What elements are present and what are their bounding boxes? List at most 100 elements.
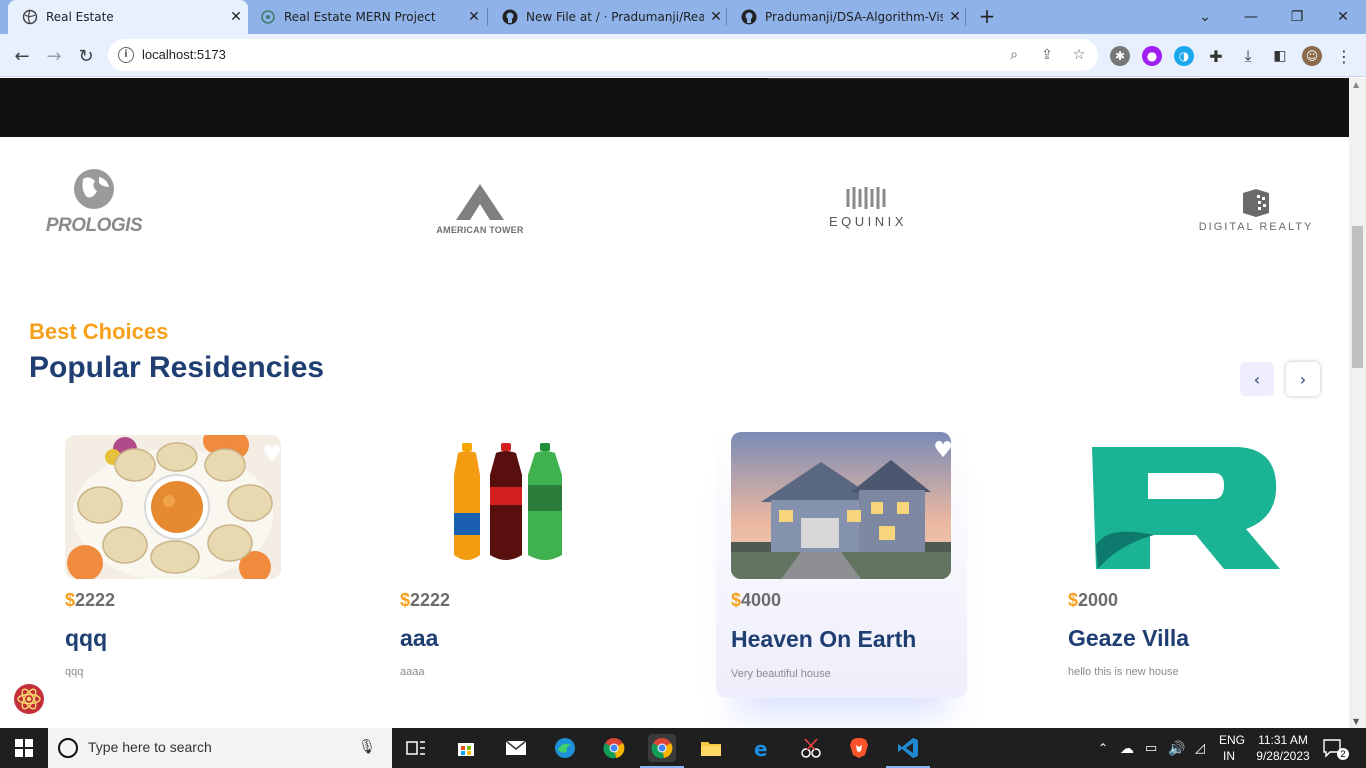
scroll-up-icon[interactable]: ▲: [1353, 80, 1359, 89]
system-clock[interactable]: 11:31 AM 9/28/2023: [1252, 728, 1314, 768]
tab-title: Real Estate MERN Project: [284, 10, 436, 24]
close-tab-icon[interactable]: ✕: [224, 9, 248, 25]
tab-title: Pradumanji/DSA-Algorithm-Visu: [765, 10, 943, 24]
file-explorer-icon[interactable]: [697, 734, 725, 762]
heart-icon[interactable]: ♥: [262, 442, 282, 467]
hero-section-bottom: [0, 78, 1349, 137]
page-scrollbar[interactable]: ▲ ▼: [1349, 78, 1366, 728]
close-window-button[interactable]: ✕: [1320, 0, 1366, 34]
card-name: aaa: [400, 625, 439, 651]
tab-title: Real Estate: [46, 10, 114, 24]
cloud-status-icon[interactable]: ☁: [1120, 728, 1134, 768]
url-text[interactable]: localhost:5173: [142, 47, 226, 62]
close-tab-icon[interactable]: ✕: [462, 9, 486, 25]
task-view-icon[interactable]: [402, 734, 430, 762]
download-icon[interactable]: ⤓: [1238, 46, 1258, 66]
svg-text:e: e: [754, 737, 768, 759]
volume-icon[interactable]: 🔊: [1168, 728, 1185, 768]
equinix-text: EQUINIX: [829, 214, 907, 229]
blue-extension-icon[interactable]: ◑: [1174, 46, 1194, 66]
residency-card[interactable]: $2222 aaa aaaa: [386, 430, 636, 700]
internet-explorer-icon[interactable]: e: [748, 734, 776, 762]
notification-center-icon[interactable]: 2: [1322, 728, 1352, 768]
heart-icon[interactable]: ♥: [933, 438, 953, 463]
brave-icon[interactable]: [845, 734, 873, 762]
american-tower-text: AMERICAN TOWER: [436, 225, 524, 235]
battery-icon[interactable]: ▭: [1145, 728, 1157, 768]
prologis-logo: PROLOGIS: [34, 167, 154, 237]
scrollbar-thumb[interactable]: [1352, 226, 1363, 368]
color-extension-icon[interactable]: ●: [1142, 46, 1162, 66]
back-arrow-icon[interactable]: ←: [8, 42, 36, 70]
zoom-icon[interactable]: ⌕: [1006, 47, 1022, 63]
tab-new-file-github[interactable]: New File at / · Pradumanji/Real-E ✕: [488, 0, 728, 34]
show-hidden-icons[interactable]: ⌃: [1098, 728, 1108, 768]
card-detail: qqq: [65, 666, 84, 678]
vscode-icon[interactable]: [894, 734, 922, 762]
network-icon[interactable]: ◿: [1195, 728, 1205, 768]
address-bar[interactable]: i localhost:5173 ⌕ ⇪ ☆: [108, 39, 1098, 71]
close-tab-icon[interactable]: ✕: [704, 9, 728, 25]
residency-card[interactable]: $2000 Geaze Villa hello this is new hous…: [1054, 430, 1304, 700]
tab-search-chevron-icon[interactable]: ⌄: [1182, 0, 1228, 34]
side-panel-icon[interactable]: ◧: [1270, 46, 1290, 66]
equinix-logo: EQUINIX: [812, 185, 924, 229]
residency-card[interactable]: ♥ $2222 qqq qqq: [51, 430, 301, 700]
close-tab-icon[interactable]: ✕: [943, 9, 967, 25]
notification-count-badge: 2: [1337, 748, 1349, 760]
snipping-tool-icon[interactable]: [797, 734, 825, 762]
globe-icon: [22, 9, 38, 25]
card-name: Geaze Villa: [1068, 625, 1190, 651]
site-info-icon[interactable]: i: [118, 47, 134, 63]
tab-dsa-visualizer-github[interactable]: Pradumanji/DSA-Algorithm-Visu ✕: [727, 0, 967, 34]
slider-prev-button[interactable]: ‹: [1240, 362, 1274, 396]
taskbar-search-placeholder: Type here to search: [88, 739, 212, 755]
chrome-active-icon[interactable]: [648, 734, 676, 762]
tab-real-estate-mern[interactable]: Real Estate MERN Project ✕: [246, 0, 486, 34]
soft-drinks-image: [400, 435, 616, 579]
microphone-icon[interactable]: 🎙: [358, 739, 376, 755]
clock-time: 11:31 AM: [1258, 733, 1308, 747]
microsoft-store-icon[interactable]: [452, 734, 480, 762]
tab-separator: [965, 8, 966, 26]
reload-icon[interactable]: ↻: [72, 42, 100, 70]
house-image: [731, 432, 951, 579]
minimize-button[interactable]: —: [1228, 0, 1274, 34]
card-detail: aaaa: [400, 666, 425, 678]
mail-icon[interactable]: [502, 734, 530, 762]
chevron-right-icon: ›: [1299, 369, 1307, 389]
scroll-down-icon[interactable]: ▼: [1353, 717, 1359, 726]
card-price: $2222: [400, 590, 451, 610]
profile-avatar[interactable]: ☺: [1302, 46, 1322, 66]
digital-realty-text: DIGITAL REALTY: [1198, 221, 1314, 233]
windows-taskbar: Type here to search 🎙 e ⌃ ☁ ▭ 🔊 ◿ ENG IN: [0, 728, 1366, 768]
bookmark-star-icon[interactable]: ☆: [1071, 47, 1087, 63]
restore-button[interactable]: ❐: [1274, 0, 1320, 34]
slider-next-button[interactable]: ›: [1286, 362, 1320, 396]
language-code: ENG: [1219, 733, 1246, 747]
chevron-left-icon: ‹: [1253, 369, 1261, 389]
american-tower-logo: AMERICAN TOWER: [414, 184, 546, 235]
extensions-puzzle-icon[interactable]: ✚: [1206, 46, 1226, 66]
forward-arrow-icon[interactable]: →: [40, 42, 68, 70]
new-tab-button[interactable]: +: [976, 6, 998, 28]
language-indicator[interactable]: ENG IN: [1219, 728, 1245, 768]
card-price: $2222: [65, 590, 116, 610]
share-icon[interactable]: ⇪: [1039, 47, 1055, 63]
react-devtools-icon[interactable]: [10, 680, 48, 718]
r-logo-image: [1068, 435, 1284, 579]
taskbar-search-box[interactable]: Type here to search 🎙: [48, 728, 392, 768]
tab-real-estate[interactable]: Real Estate ✕: [8, 0, 248, 34]
hero-divider: [768, 78, 1200, 79]
chrome-icon[interactable]: [600, 734, 628, 762]
edge-icon[interactable]: [551, 734, 579, 762]
region-code: IN: [1223, 749, 1235, 763]
windows-start-icon[interactable]: [0, 728, 48, 768]
clock-date: 9/28/2023: [1256, 749, 1310, 763]
section-subtitle: Best Choices: [29, 319, 169, 344]
menu-kebab-icon[interactable]: ⋮: [1334, 46, 1354, 66]
prologis-text: PROLOGIS: [45, 215, 143, 236]
bug-extension-icon[interactable]: ✱: [1110, 46, 1130, 66]
residency-card-highlighted[interactable]: ♥ $4000 Heaven On Earth Very beautiful h…: [716, 428, 967, 698]
browser-tab-strip: Real Estate ✕ Real Estate MERN Project ✕…: [0, 0, 1366, 34]
